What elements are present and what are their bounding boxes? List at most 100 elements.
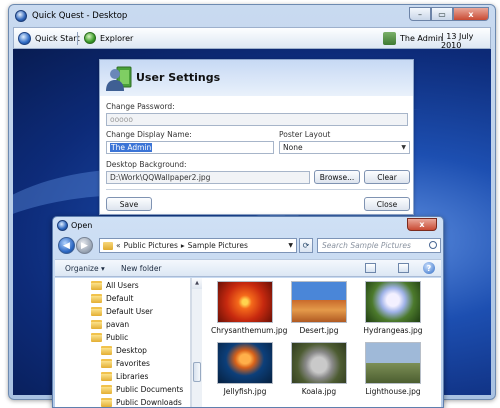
tree-item-label: Favorites xyxy=(116,359,150,368)
close-button[interactable]: x xyxy=(453,7,489,21)
tree-item[interactable]: Favorites xyxy=(101,359,150,368)
breadcrumb-sample-pictures[interactable]: Sample Pictures xyxy=(188,241,248,250)
folder-icon xyxy=(91,333,102,342)
tree-scrollbar[interactable]: ▲ xyxy=(191,278,202,407)
user-settings-panel: User Settings Change Password: ooooo Cha… xyxy=(99,59,414,215)
file-item[interactable]: Jellyfish.jpg xyxy=(211,342,279,396)
user-menu[interactable]: The Admin xyxy=(383,32,443,45)
hydrangeas-thumbnail xyxy=(365,281,421,323)
folder-icon xyxy=(101,398,112,407)
clear-button[interactable]: Clear xyxy=(364,170,410,184)
preview-pane-icon[interactable] xyxy=(398,263,409,273)
address-overflow[interactable]: « xyxy=(116,241,121,250)
refresh-button[interactable]: ⟳ xyxy=(299,238,313,253)
command-bar: Organize ▾ New folder ? xyxy=(55,259,441,277)
dialog-title: Open xyxy=(71,221,93,230)
desktop-background-label: Desktop Background: xyxy=(106,160,187,169)
tree-item[interactable]: pavan xyxy=(91,320,129,329)
tree-item-label: Libraries xyxy=(116,372,149,381)
open-dialog: Open x ◀ ▶ « Public Pictures ▸ Sample Pi… xyxy=(52,216,444,408)
file-list: Chrysanthemum.jpg Desert.jpg Hydrangeas.… xyxy=(203,278,441,407)
breadcrumb-separator-icon: ▸ xyxy=(180,241,185,250)
folder-icon xyxy=(101,372,112,381)
koala-thumbnail xyxy=(291,342,347,384)
new-folder-button[interactable]: New folder xyxy=(121,264,162,273)
dialog-body: All Users Default Default User pavan Pub… xyxy=(55,278,441,407)
background-path-field[interactable]: D:\Work\QQWallpaper2.jpg xyxy=(106,171,310,184)
tree-item[interactable]: Public Documents xyxy=(101,385,183,394)
chevron-down-icon[interactable]: ▼ xyxy=(288,242,293,249)
file-item[interactable]: Desert.jpg xyxy=(285,281,353,335)
scroll-up-icon[interactable]: ▲ xyxy=(192,278,202,289)
folder-icon xyxy=(103,241,113,250)
tree-item[interactable]: All Users xyxy=(91,281,139,290)
tree-item[interactable]: Default User xyxy=(91,307,153,316)
folder-icon xyxy=(91,307,102,316)
change-password-label: Change Password: xyxy=(106,102,175,111)
tree-item-label: Public Downloads xyxy=(116,398,182,407)
app-logo-icon xyxy=(15,10,27,22)
user-icon xyxy=(383,32,396,45)
folder-icon xyxy=(91,294,102,303)
file-item[interactable]: Chrysanthemum.jpg xyxy=(211,281,287,335)
dialog-icon xyxy=(57,220,68,231)
close-settings-button[interactable]: Close xyxy=(364,197,410,211)
poster-layout-label: Poster Layout xyxy=(279,130,331,139)
refresh-icon: ⟳ xyxy=(302,241,310,250)
toolbar-separator xyxy=(77,32,78,45)
tree-item[interactable]: Public Downloads xyxy=(101,398,182,407)
file-name: Jellyfish.jpg xyxy=(223,387,267,396)
tree-item-label: Public Documents xyxy=(116,385,184,394)
dialog-close-button[interactable]: x xyxy=(407,218,437,231)
password-field[interactable]: ooooo xyxy=(106,113,408,126)
folder-icon xyxy=(101,359,112,368)
display-name-value: The Admin xyxy=(110,143,153,152)
file-name: Desert.jpg xyxy=(299,326,339,335)
tree-item-label: Desktop xyxy=(116,346,147,355)
tree-item[interactable]: Libraries xyxy=(101,372,148,381)
quick-start-button[interactable]: Quick Start xyxy=(18,32,80,45)
window-controls: – ▭ x xyxy=(409,7,489,21)
browse-button[interactable]: Browse... xyxy=(314,170,360,184)
explorer-button[interactable]: Explorer xyxy=(84,32,133,44)
search-input[interactable]: Search Sample Pictures xyxy=(317,238,441,253)
search-placeholder: Search Sample Pictures xyxy=(322,241,411,250)
main-toolbar: Quick Start Explorer The Admin | 13 July… xyxy=(13,27,491,50)
poster-layout-select[interactable]: None ▼ xyxy=(279,141,410,154)
organize-menu[interactable]: Organize ▾ xyxy=(65,264,105,273)
tree-item-label: Default xyxy=(106,294,134,303)
view-options-icon[interactable] xyxy=(365,263,376,273)
breadcrumb-public-pictures[interactable]: Public Pictures xyxy=(124,241,178,250)
user-name: The Admin xyxy=(400,34,443,43)
quick-start-icon xyxy=(18,32,31,45)
file-item[interactable]: Lighthouse.jpg xyxy=(359,342,427,396)
maximize-button[interactable]: ▭ xyxy=(431,7,453,21)
save-button[interactable]: Save xyxy=(106,197,152,211)
lighthouse-thumbnail xyxy=(365,342,421,384)
tree-item[interactable]: Desktop xyxy=(101,346,147,355)
minimize-button[interactable]: – xyxy=(409,7,431,21)
folder-icon xyxy=(91,320,102,329)
chrysanthemum-thumbnail xyxy=(217,281,273,323)
title-bar[interactable]: Quick Quest - Desktop – ▭ x xyxy=(9,5,495,27)
help-icon[interactable]: ? xyxy=(423,262,435,274)
desert-thumbnail xyxy=(291,281,347,323)
file-item[interactable]: Koala.jpg xyxy=(285,342,353,396)
tree-item-label: Public xyxy=(106,333,129,342)
display-name-field[interactable]: The Admin xyxy=(106,141,274,154)
folder-icon xyxy=(101,346,112,355)
chevron-down-icon: ▼ xyxy=(401,144,406,151)
back-arrow-icon[interactable]: ◀ xyxy=(58,237,75,254)
scrollbar-thumb[interactable] xyxy=(193,362,201,382)
file-item[interactable]: Hydrangeas.jpg xyxy=(359,281,427,335)
file-name: Lighthouse.jpg xyxy=(365,387,421,396)
tree-item-label: pavan xyxy=(106,320,130,329)
tree-item[interactable]: Public xyxy=(91,333,128,342)
forward-arrow-icon[interactable]: ▶ xyxy=(76,237,93,254)
jellyfish-thumbnail xyxy=(217,342,273,384)
explorer-icon xyxy=(84,32,96,44)
tree-item[interactable]: Default xyxy=(91,294,133,303)
address-bar[interactable]: « Public Pictures ▸ Sample Pictures ▼ xyxy=(99,238,297,253)
settings-header: User Settings xyxy=(100,60,413,96)
quick-start-label: Quick Start xyxy=(35,34,80,43)
